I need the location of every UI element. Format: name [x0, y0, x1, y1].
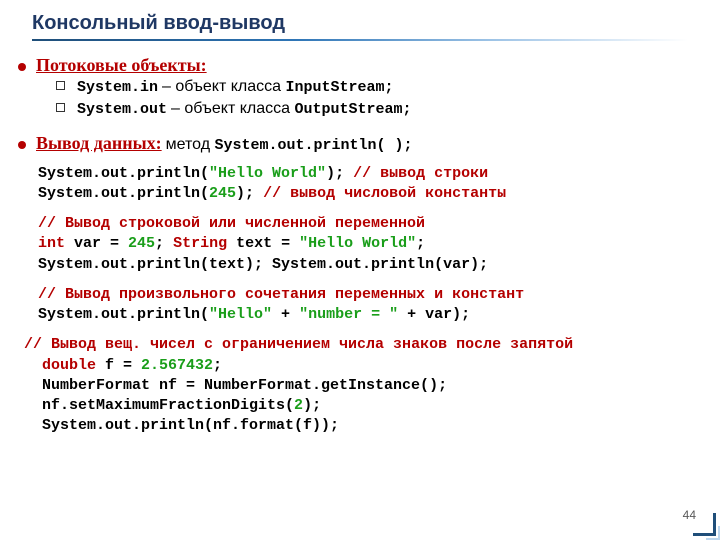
code-text: +: [272, 306, 299, 323]
code-block-4: // Вывод вещ. чисел с ограничением числа…: [24, 335, 688, 436]
code-block-3: // Вывод произвольного сочетания перемен…: [38, 285, 688, 326]
bullet-stream-objects: Потоковые объекты:: [18, 55, 688, 76]
code-line: System.out.println(text); System.out.pri…: [38, 255, 688, 275]
code-println-sig: System.out.println( );: [214, 137, 412, 154]
code-text: + var);: [398, 306, 470, 323]
code-text: );: [326, 165, 353, 182]
text-out-desc: – объект класса: [171, 100, 294, 117]
code-inputstream: InputStream;: [286, 79, 394, 96]
code-string: "Hello World": [209, 165, 326, 182]
bullet-output: Вывод данных: метод System.out.println( …: [18, 133, 688, 154]
code-text: var =: [65, 235, 128, 252]
code-system-out: System.out: [77, 101, 167, 118]
code-text: ;: [155, 235, 173, 252]
code-comment: // вывод числовой константы: [263, 185, 506, 202]
code-comment: // Вывод вещ. чисел с ограничением числа…: [24, 335, 688, 355]
code-keyword: int: [38, 235, 65, 252]
heading-output: Вывод данных:: [36, 133, 162, 153]
heading-stream-objects: Потоковые объекты:: [36, 55, 207, 76]
text-method: метод: [166, 136, 215, 153]
code-comment: // вывод строки: [353, 165, 488, 182]
page-title: Консольный ввод-вывод: [32, 12, 688, 35]
bullet-disc: [18, 141, 26, 149]
text-in-desc: – объект класса: [162, 78, 285, 95]
code-string: "Hello World": [299, 235, 416, 252]
stream-in-row: System.in – объект класса InputStream;: [56, 76, 688, 98]
title-rule: [32, 39, 688, 41]
code-block-1: System.out.println("Hello World"); // вы…: [38, 164, 688, 205]
code-text: System.out.println(: [38, 185, 209, 202]
code-system-in: System.in: [77, 79, 158, 96]
code-number: 245: [209, 185, 236, 202]
code-number: 2: [294, 397, 303, 414]
stream-out-row: System.out – объект класса OutputStream;: [56, 98, 688, 120]
square-bullet-icon: [56, 103, 65, 112]
code-text: System.out.println(: [38, 165, 209, 182]
code-number: 245: [128, 235, 155, 252]
corner-decoration-icon: [686, 506, 720, 540]
code-text: f =: [96, 357, 141, 374]
code-comment: // Вывод строковой или численной перемен…: [38, 214, 688, 234]
code-text: System.out.println(: [38, 306, 209, 323]
code-text: ;: [213, 357, 222, 374]
code-text: text =: [227, 235, 299, 252]
code-string: "number = ": [299, 306, 398, 323]
square-bullet-icon: [56, 81, 65, 90]
code-block-2: // Вывод строковой или численной перемен…: [38, 214, 688, 275]
code-line: System.out.println(nf.format(f));: [42, 416, 688, 436]
code-number: 2.567432: [141, 357, 213, 374]
code-string: "Hello": [209, 306, 272, 323]
code-comment: // Вывод произвольного сочетания перемен…: [38, 285, 688, 305]
code-text: nf.setMaximumFractionDigits(: [42, 397, 294, 414]
code-outputstream: OutputStream;: [295, 101, 412, 118]
code-text: );: [236, 185, 263, 202]
code-text: ;: [416, 235, 425, 252]
code-line: NumberFormat nf = NumberFormat.getInstan…: [42, 376, 688, 396]
code-keyword: double: [42, 357, 96, 374]
code-text: );: [303, 397, 321, 414]
code-keyword: String: [173, 235, 227, 252]
bullet-disc: [18, 63, 26, 71]
